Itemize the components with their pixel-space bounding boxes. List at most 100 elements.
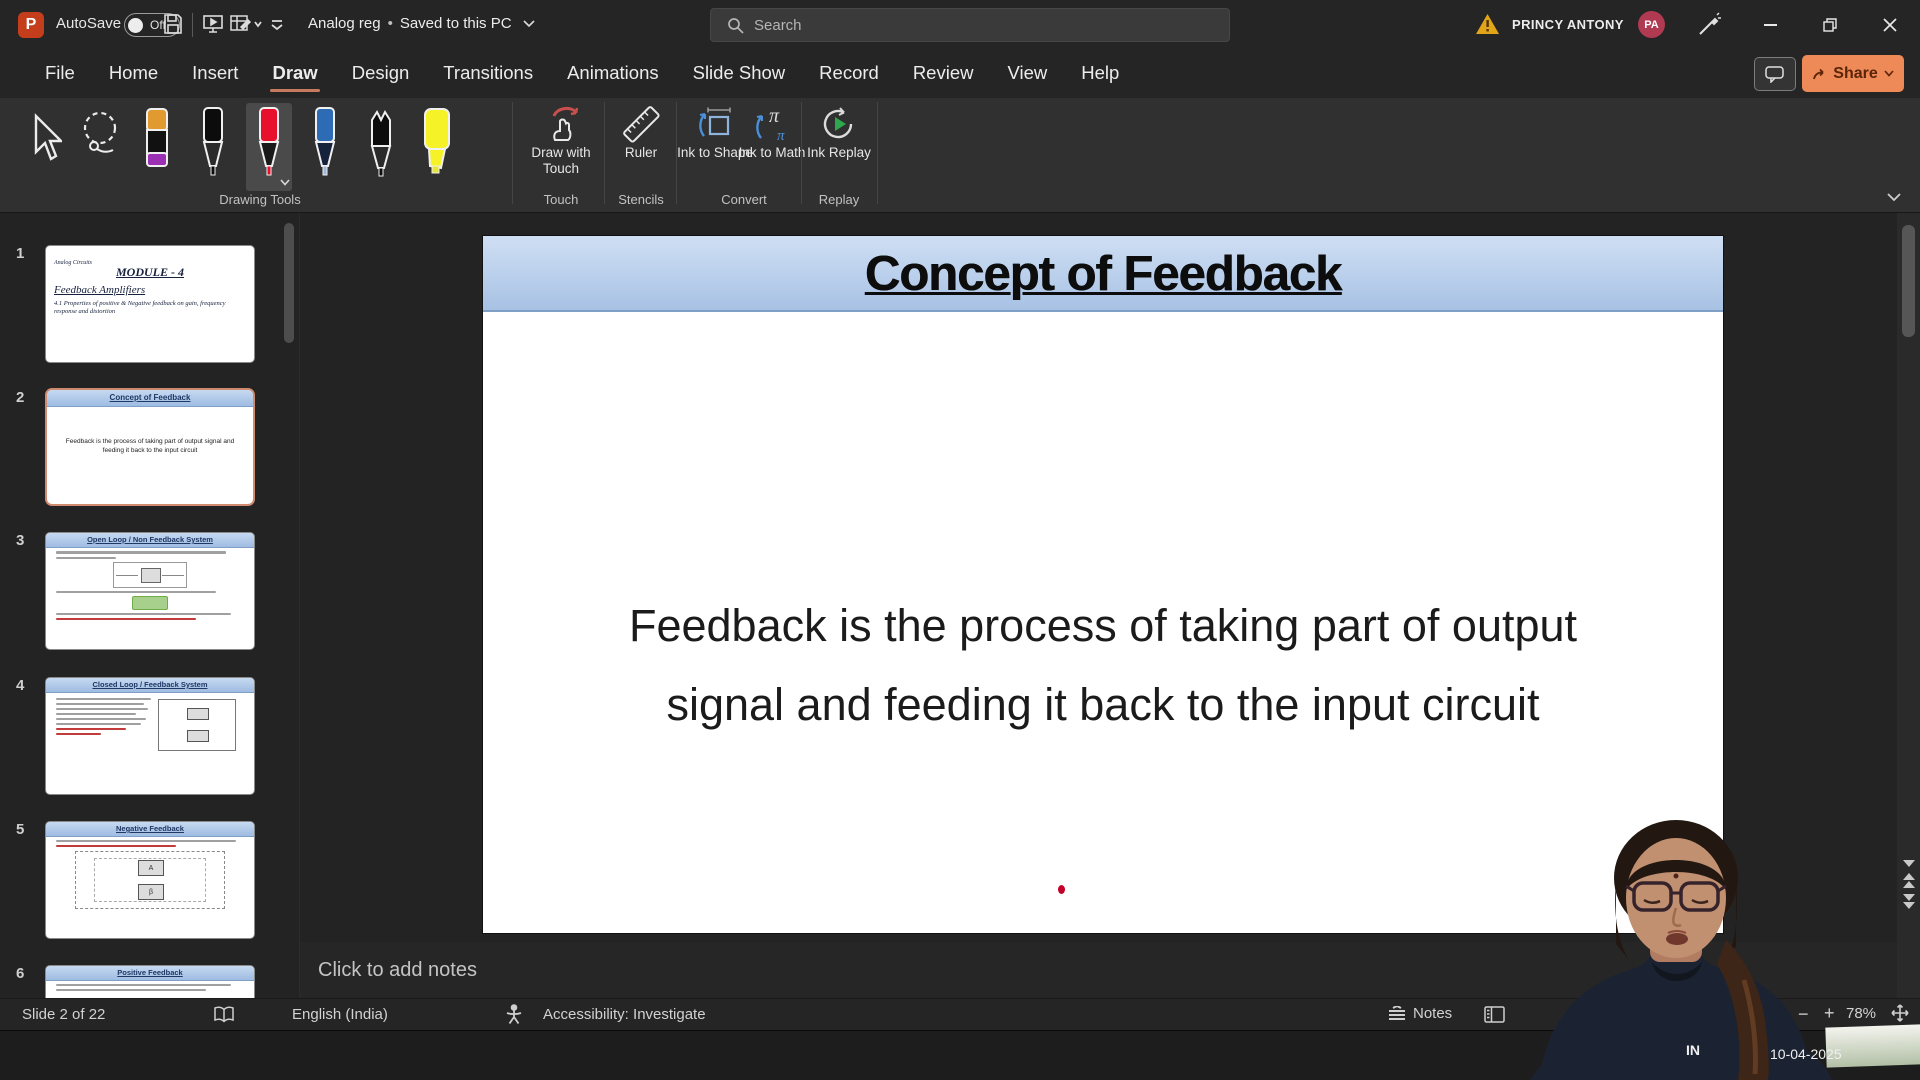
language-status[interactable]: English (India) [292, 1006, 388, 1023]
slide-body-line2: signal and feeding it back to the input … [483, 665, 1723, 744]
notes-toggle-button[interactable]: Notes [1388, 1005, 1452, 1022]
accessibility-status[interactable]: Accessibility: Investigate [543, 1006, 706, 1023]
thumb5-title: Negative Feedback [46, 822, 254, 837]
input-language-indicator[interactable]: IN [1686, 1042, 1700, 1058]
slide-title[interactable]: Concept of Feedback [483, 246, 1723, 302]
thumb-text-lines [56, 698, 151, 700]
thumb3-formula-box [132, 596, 168, 610]
slide-thumbnail-panel: 1 Analog Circuits MODULE - 4 Feedback Am… [0, 213, 300, 998]
ink-replay-label: Ink Replay [796, 145, 882, 161]
ink-replay-button[interactable]: Ink Replay [796, 103, 882, 161]
document-title[interactable]: Analog reg • Saved to this PC [308, 15, 535, 32]
search-placeholder: Search [754, 17, 802, 34]
thumbnail-slide-6[interactable]: Positive Feedback [45, 965, 255, 998]
thumb-text-lines [56, 703, 144, 705]
slide-indicator[interactable]: Slide 2 of 22 [22, 1006, 105, 1023]
zoom-level[interactable]: 78% [1846, 1005, 1876, 1022]
tab-record[interactable]: Record [802, 50, 896, 98]
svg-text:π: π [769, 105, 780, 127]
thumbnail-slide-2[interactable]: Concept of Feedback Feedback is the proc… [45, 388, 255, 506]
presenter-pen-icon[interactable] [1696, 12, 1722, 43]
restore-button[interactable] [1808, 0, 1852, 50]
zoom-in-button[interactable]: + [1824, 1003, 1835, 1024]
chevron-down-icon [523, 20, 535, 28]
doc-save-status: Saved to this PC [400, 15, 512, 32]
thumb-text-lines [56, 718, 146, 720]
scrollbar-thumb[interactable] [1902, 225, 1915, 337]
warning-icon[interactable] [1475, 13, 1500, 40]
thumb-text-lines [56, 551, 226, 554]
tab-draw[interactable]: Draw [255, 50, 334, 98]
pen-red-tool[interactable] [246, 103, 292, 191]
slide-canvas[interactable]: Concept of Feedback Feedback is the proc… [483, 236, 1723, 933]
quick-access-more-icon[interactable] [270, 13, 284, 40]
thumbnail-number: 5 [16, 821, 24, 838]
thumbnail-number: 1 [16, 245, 24, 262]
thumbnail-slide-3[interactable]: Open Loop / Non Feedback System [45, 532, 255, 650]
red-ink-dot [1058, 885, 1065, 894]
select-tool[interactable] [22, 103, 68, 191]
tab-design[interactable]: Design [335, 50, 427, 98]
taskbar: P [0, 1030, 1920, 1080]
tab-view[interactable]: View [990, 50, 1064, 98]
search-input[interactable]: Search [710, 8, 1230, 42]
lasso-select-tool[interactable] [78, 103, 124, 191]
slide-body-text[interactable]: Feedback is the process of taking part o… [483, 586, 1723, 744]
previous-slide-button[interactable] [1903, 873, 1915, 888]
thumbnail-number: 3 [16, 532, 24, 549]
draw-with-touch-button[interactable]: Draw with Touch [518, 103, 604, 177]
start-slideshow-icon[interactable] [203, 13, 223, 40]
scroll-down-arrow[interactable] [1903, 860, 1915, 867]
taskbar-date[interactable]: 10-04-2025 [1770, 1046, 1842, 1062]
tab-file[interactable]: File [28, 50, 92, 98]
thumbnail-slide-1[interactable]: Analog Circuits MODULE - 4 Feedback Ampl… [45, 245, 255, 363]
toggle-knob [128, 18, 143, 33]
zoom-out-button[interactable]: − [1798, 1004, 1809, 1025]
thumb2-title: Concept of Feedback [47, 390, 253, 407]
pen-black-tool[interactable] [190, 103, 236, 191]
thumbnail-slide-4[interactable]: Closed Loop / Feedback System [45, 677, 255, 795]
notes-pane[interactable]: Click to add notes [300, 942, 1897, 998]
normal-view-icon[interactable] [1484, 1006, 1505, 1023]
tab-slideshow[interactable]: Slide Show [676, 50, 803, 98]
save-icon[interactable] [163, 13, 183, 40]
notes-placeholder: Click to add notes [318, 959, 477, 982]
thumb-text-lines [56, 989, 206, 991]
eraser-tool[interactable] [134, 103, 180, 191]
thumb-text-lines-red [56, 728, 126, 730]
ribbon: Drawing Tools Draw with Touch Touch Rule… [0, 98, 1920, 213]
thumb-text-lines [56, 613, 231, 615]
pen-blue-tool[interactable] [302, 103, 348, 191]
chevron-down-icon [1884, 70, 1894, 77]
tab-help[interactable]: Help [1064, 50, 1136, 98]
tab-insert[interactable]: Insert [175, 50, 255, 98]
pen-options-chevron-icon[interactable] [280, 179, 290, 186]
tab-home[interactable]: Home [92, 50, 175, 98]
notes-icon [1388, 1006, 1406, 1021]
spellcheck-book-icon[interactable] [213, 1006, 235, 1024]
tab-transitions[interactable]: Transitions [426, 50, 550, 98]
fit-slide-to-window-icon[interactable] [1890, 1003, 1910, 1027]
pencil-tool[interactable] [358, 103, 404, 191]
ink-replay-icon [818, 104, 860, 144]
account-avatar[interactable]: PA [1638, 11, 1665, 38]
thumb-text-lines [56, 723, 141, 725]
minimize-button[interactable] [1748, 0, 1792, 50]
tab-review[interactable]: Review [896, 50, 991, 98]
status-bar: Slide 2 of 22 English (India) Accessibil… [0, 998, 1920, 1030]
highlighter-tool[interactable] [414, 103, 460, 191]
share-button[interactable]: Share [1802, 55, 1904, 92]
next-slide-button[interactable] [1903, 894, 1915, 909]
thumb6-title: Positive Feedback [46, 966, 254, 981]
comments-button[interactable] [1754, 57, 1796, 91]
thumb5-feedback-diagram: A β [75, 851, 225, 909]
touch-group-label: Touch [521, 192, 601, 207]
thumbnail-slide-5[interactable]: Negative Feedback A β [45, 821, 255, 939]
thumbnail-scrollbar-thumb[interactable] [284, 223, 294, 343]
accessibility-icon[interactable] [505, 1004, 523, 1025]
grid-pen-icon[interactable] [230, 13, 262, 40]
collapse-ribbon-icon[interactable] [1886, 192, 1902, 202]
tab-animations[interactable]: Animations [550, 50, 676, 98]
account-name[interactable]: PRINCY ANTONY [1512, 17, 1624, 32]
close-button[interactable] [1868, 0, 1912, 50]
